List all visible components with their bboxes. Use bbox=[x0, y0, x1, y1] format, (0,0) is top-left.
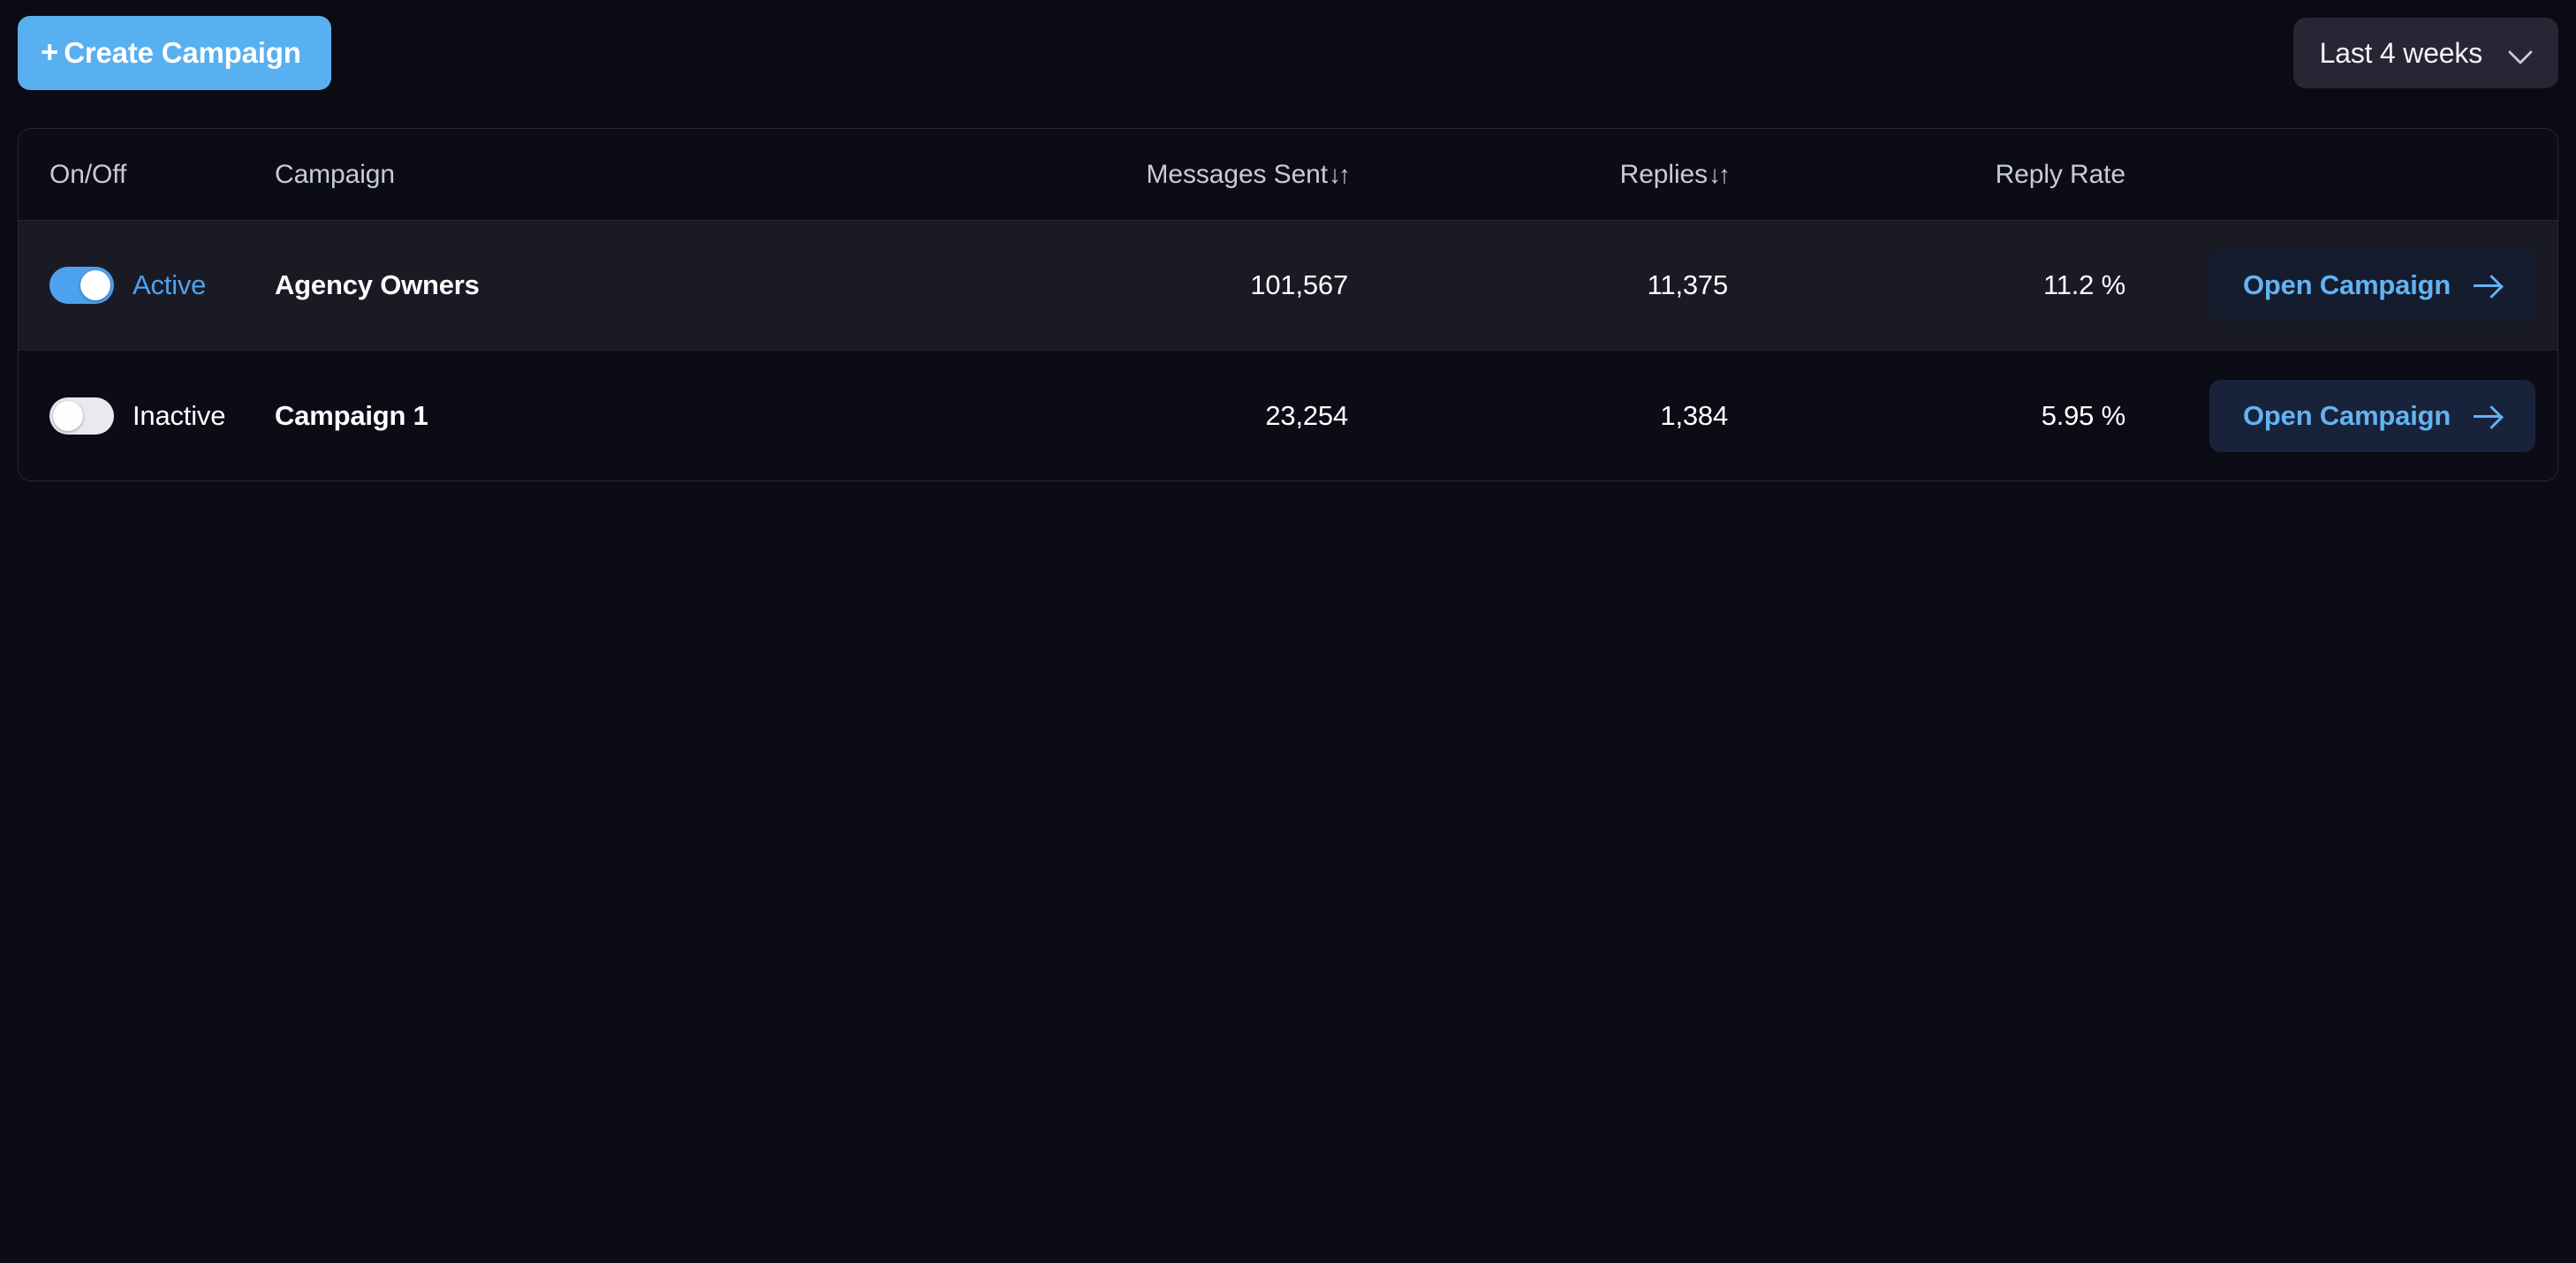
cell-replies: 11,375 bbox=[1348, 269, 1729, 301]
table-row[interactable]: Active Agency Owners 101,567 11,375 11.2… bbox=[19, 221, 2557, 351]
messages-sent-value: 23,254 bbox=[1265, 399, 1348, 431]
reply-rate-value: 5.95 % bbox=[2041, 399, 2126, 431]
column-header-messages-sent-label: Messages Sent bbox=[1146, 159, 1329, 189]
campaigns-table: On/Off Campaign Messages Sent↓↑ Replies↓… bbox=[18, 128, 2558, 481]
cell-onoff: Inactive bbox=[19, 397, 270, 435]
replies-value: 1,384 bbox=[1660, 399, 1728, 431]
create-campaign-label: Create Campaign bbox=[64, 36, 301, 69]
open-campaign-label: Open Campaign bbox=[2243, 269, 2451, 300]
cell-actions: Open Campaign bbox=[2125, 249, 2536, 321]
column-header-onoff: On/Off bbox=[19, 160, 270, 190]
campaign-name: Campaign 1 bbox=[275, 399, 428, 431]
campaign-status-label: Inactive bbox=[133, 399, 226, 431]
column-header-campaign: Campaign bbox=[270, 160, 906, 190]
sort-icon-replies[interactable]: ↓↑ bbox=[1708, 161, 1731, 189]
arrow-right-icon bbox=[2474, 274, 2502, 297]
campaign-name: Agency Owners bbox=[275, 269, 480, 300]
column-header-campaign-label: Campaign bbox=[275, 159, 395, 189]
table-row[interactable]: Inactive Campaign 1 23,254 1,384 5.95 % … bbox=[19, 351, 2557, 480]
campaign-status-toggle[interactable] bbox=[49, 397, 114, 435]
cell-reply-rate: 11.2 % bbox=[1728, 269, 2125, 301]
open-campaign-button[interactable]: Open Campaign bbox=[2209, 249, 2536, 321]
campaign-status-label: Active bbox=[133, 269, 207, 300]
cell-campaign: Agency Owners bbox=[270, 269, 906, 301]
cell-menu bbox=[2535, 261, 2557, 309]
open-campaign-label: Open Campaign bbox=[2243, 399, 2451, 431]
cell-actions: Open Campaign bbox=[2125, 379, 2536, 452]
column-header-onoff-label: On/Off bbox=[49, 159, 127, 189]
replies-value: 11,375 bbox=[1647, 269, 1729, 300]
arrow-right-icon bbox=[2474, 405, 2502, 427]
table-header-row: On/Off Campaign Messages Sent↓↑ Replies↓… bbox=[19, 129, 2557, 221]
cell-replies: 1,384 bbox=[1348, 400, 1728, 432]
column-header-replies[interactable]: Replies↓↑ bbox=[1348, 159, 1731, 190]
date-range-value: Last 4 weeks bbox=[2319, 36, 2483, 69]
column-header-messages-sent[interactable]: Messages Sent↓↑ bbox=[906, 159, 1351, 190]
column-header-reply-rate-label: Reply Rate bbox=[1995, 159, 2126, 189]
campaign-status-toggle[interactable] bbox=[49, 267, 114, 304]
cell-reply-rate: 5.95 % bbox=[1728, 399, 2126, 432]
chevron-down-icon bbox=[2509, 42, 2532, 64]
cell-menu bbox=[2535, 392, 2557, 440]
cell-onoff: Active bbox=[19, 267, 270, 304]
cell-messages-sent: 23,254 bbox=[906, 400, 1348, 432]
toolbar: + Create Campaign Last 4 weeks bbox=[0, 0, 2576, 108]
toggle-knob bbox=[80, 270, 110, 300]
messages-sent-value: 101,567 bbox=[1250, 269, 1348, 300]
column-header-reply-rate: Reply Rate bbox=[1728, 159, 2126, 190]
sort-icon-messages-sent[interactable]: ↓↑ bbox=[1329, 161, 1351, 189]
campaigns-page: + Create Campaign Last 4 weeks On/Off Ca… bbox=[0, 0, 2576, 1263]
column-header-replies-label: Replies bbox=[1619, 159, 1708, 189]
reply-rate-value: 11.2 % bbox=[2042, 269, 2125, 300]
cell-campaign: Campaign 1 bbox=[270, 400, 906, 432]
toggle-knob bbox=[53, 400, 83, 431]
cell-messages-sent: 101,567 bbox=[906, 269, 1348, 301]
plus-icon: + bbox=[41, 34, 59, 70]
open-campaign-button[interactable]: Open Campaign bbox=[2209, 379, 2536, 452]
create-campaign-button[interactable]: + Create Campaign bbox=[18, 16, 331, 90]
date-range-dropdown[interactable]: Last 4 weeks bbox=[2292, 18, 2558, 88]
